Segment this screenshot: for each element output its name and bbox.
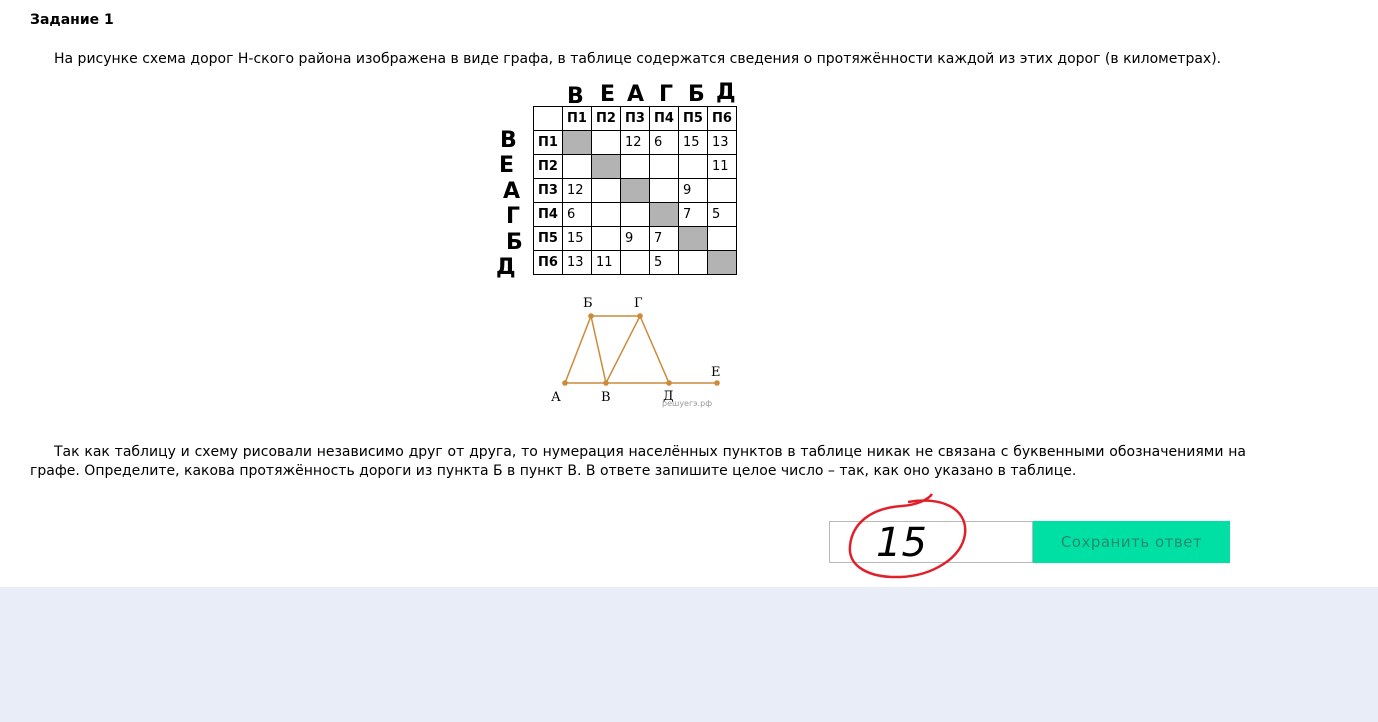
- hand-row-letter: Е: [499, 153, 515, 178]
- hand-col-letter: Е: [600, 82, 616, 107]
- graph-node-label: А: [551, 390, 561, 405]
- table-cell: [707, 178, 737, 203]
- hand-col-letter: Г: [659, 82, 674, 107]
- table-column-header: П4: [649, 106, 679, 131]
- table-column-header: П1: [562, 106, 592, 131]
- graph-node: [637, 313, 643, 319]
- road-graph: А Б В Г Д Е решуегэ.рф: [551, 296, 721, 408]
- graph-node: [603, 380, 609, 386]
- table-row: П2 11: [533, 154, 737, 179]
- table-row-header: П4: [533, 202, 563, 227]
- hand-row-letter: А: [503, 179, 521, 204]
- page-footer-area: [0, 587, 1378, 722]
- task-card: Задание 1 На рисунке схема дорог Н-ского…: [0, 0, 1378, 587]
- table-column-header: П5: [678, 106, 708, 131]
- table-cell: 7: [649, 226, 679, 251]
- table-column-header: П3: [620, 106, 650, 131]
- graph-edges: [564, 315, 717, 384]
- graph-edge: [564, 315, 592, 384]
- hand-col-letter: Б: [688, 82, 705, 107]
- table-cell: [678, 250, 708, 275]
- hand-row-letter: Б: [506, 230, 523, 255]
- table-cell-diagonal: [678, 226, 708, 251]
- task-title: Задание 1: [30, 12, 114, 28]
- graph-edge: [639, 315, 670, 384]
- table-cell: [620, 154, 650, 179]
- table-cell: [620, 250, 650, 275]
- table-cell: [707, 226, 737, 251]
- table-cell-diagonal: [620, 178, 650, 203]
- graph-nodes: [562, 313, 720, 386]
- hand-row-letter: В: [500, 128, 517, 153]
- task-question-text: Так как таблицу и схему рисовали независ…: [30, 444, 1246, 479]
- table-cell-diagonal: [591, 154, 621, 179]
- table-row-header: П5: [533, 226, 563, 251]
- table-header-row: П1 П2 П3 П4 П5 П6: [533, 106, 737, 131]
- table-cell-diagonal: [562, 130, 592, 155]
- table-cell: 11: [591, 250, 621, 275]
- table-cell: 5: [707, 202, 737, 227]
- graph-node-label: Б: [583, 296, 593, 311]
- table-cell: 15: [678, 130, 708, 155]
- graph-node: [714, 380, 720, 386]
- task-intro-text: На рисунке схема дорог Н-ского района из…: [54, 51, 1222, 67]
- hand-col-letter: А: [627, 82, 645, 107]
- save-answer-button[interactable]: Сохранить ответ: [1033, 521, 1230, 563]
- table-cell: 6: [562, 202, 592, 227]
- table-cell: 6: [649, 130, 679, 155]
- table-cell: 15: [562, 226, 592, 251]
- graph-node: [666, 380, 672, 386]
- table-cell: 7: [678, 202, 708, 227]
- table-cell: 13: [707, 130, 737, 155]
- table-cell: 12: [620, 130, 650, 155]
- table-row-header: П6: [533, 250, 563, 275]
- hand-row-letter: Г: [506, 204, 521, 229]
- graph-edge: [590, 315, 607, 384]
- table-cell: [649, 154, 679, 179]
- table-row: П1 12 6 15 13: [533, 130, 737, 155]
- table-cell: [678, 154, 708, 179]
- handwritten-annotation: 15: [848, 493, 967, 579]
- table-cell-diagonal: [707, 250, 737, 275]
- table-cell: [591, 130, 621, 155]
- table-cell: [562, 154, 592, 179]
- table-cell: 12: [562, 178, 592, 203]
- table-cell: 11: [707, 154, 737, 179]
- table-cell: 13: [562, 250, 592, 275]
- graph-node-label: Е: [711, 365, 721, 380]
- table-row: П3 12 9: [533, 178, 737, 203]
- table-row: П6 13 11 5: [533, 250, 737, 275]
- graph-edge: [605, 315, 641, 384]
- table-corner-cell: [533, 106, 563, 131]
- distance-table: П1 П2 П3 П4 П5 П6 П1 12 6 15 13 П2 11 П3: [533, 106, 737, 275]
- table-row-header: П3: [533, 178, 563, 203]
- table-row-header: П2: [533, 154, 563, 179]
- handwritten-answer: 15: [876, 520, 927, 566]
- table-row: П5 15 9 7: [533, 226, 737, 251]
- graph-node: [562, 380, 568, 386]
- table-cell: 9: [620, 226, 650, 251]
- table-column-header: П2: [591, 106, 621, 131]
- table-row-header: П1: [533, 130, 563, 155]
- graph-node: [588, 313, 594, 319]
- hand-col-letter: Д: [716, 80, 736, 105]
- table-cell: [591, 202, 621, 227]
- table-cell: [649, 178, 679, 203]
- table-cell: 5: [649, 250, 679, 275]
- table-cell: [591, 178, 621, 203]
- table-cell-diagonal: [649, 202, 679, 227]
- hand-row-letter: Д: [496, 255, 516, 280]
- table-cell: [620, 202, 650, 227]
- graph-watermark: решуегэ.рф: [662, 399, 712, 408]
- graph-node-label: В: [601, 390, 611, 405]
- table-cell: 9: [678, 178, 708, 203]
- table-row: П4 6 7 5: [533, 202, 737, 227]
- graph-node-label: Г: [634, 296, 643, 311]
- table-column-header: П6: [707, 106, 737, 131]
- table-cell: [591, 226, 621, 251]
